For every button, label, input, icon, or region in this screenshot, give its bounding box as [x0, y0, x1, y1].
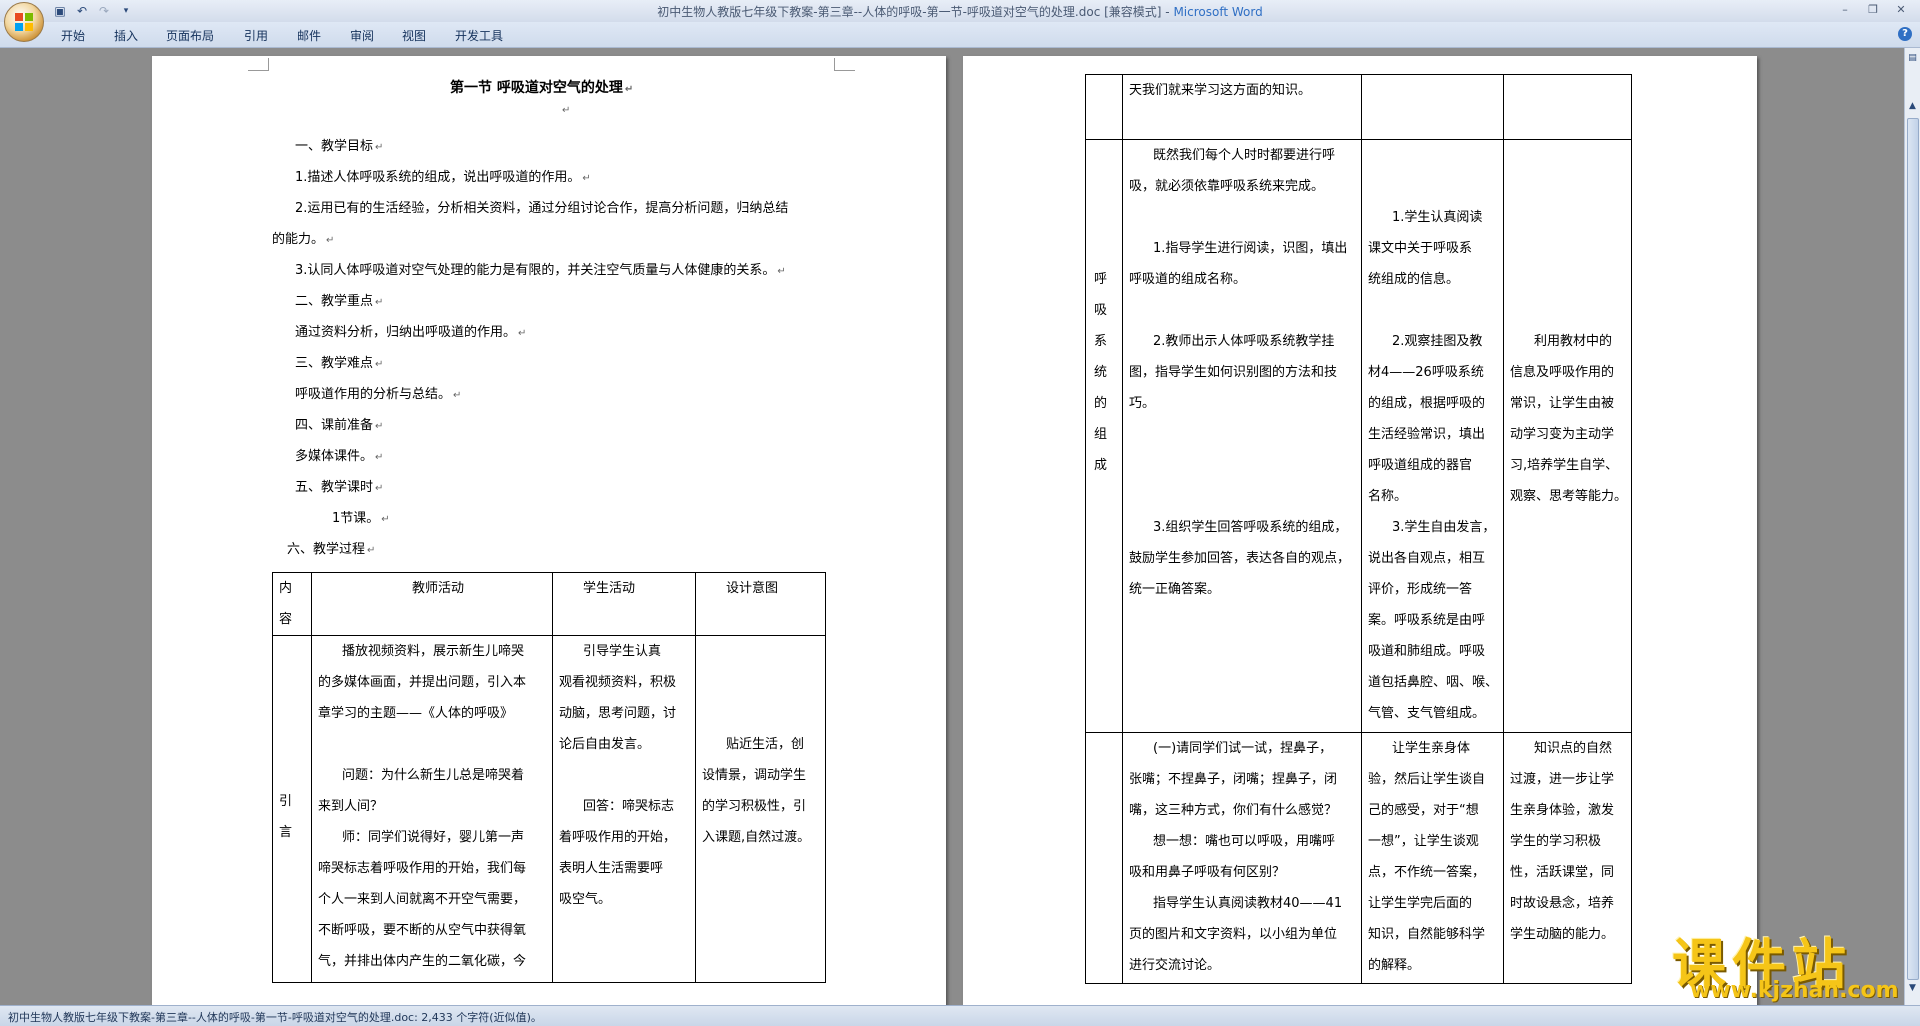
table-cell-intent[interactable]: 利用教材中的 信息及呼吸作用的 常识，让学生由被 动学习变为主动学 习,培养学生… [1503, 139, 1632, 733]
table-cell-intent[interactable]: 贴近生活，创 设情景，调动学生 的学习积极性，引 入课题,自然过渡。 [695, 635, 826, 983]
close-icon[interactable]: ✕ [1888, 2, 1914, 18]
document-page-1[interactable]: 第一节 呼吸道对空气的处理 ↵ ↵ 一、教学目标 ↵ 1.描述人体呼吸系统的组成，说… [152, 56, 946, 1005]
doc-line: 呼吸道作用的分析与总结。 ↵ [295, 387, 462, 402]
office-button[interactable] [4, 2, 44, 42]
window-title: 初中生物人教版七年级下教案-第三章--人体的呼吸-第一节-呼吸道对空气的处理.d… [0, 3, 1920, 20]
table-header-teacher[interactable]: 教师活动 [311, 572, 553, 636]
table-cell-label[interactable] [1085, 74, 1123, 140]
restore-icon[interactable]: ❐ [1860, 2, 1886, 18]
title-bar: ▣ ↶ ↷ ▾ 初中生物人教版七年级下教案-第三章--人体的呼吸-第一节-呼吸道… [0, 0, 1920, 23]
doc-line: 2.运用已有的生活经验，分析相关资料，通过分组讨论合作，提高分析问题，归纳总结 [295, 201, 789, 216]
office-button-icon [15, 13, 33, 31]
doc-line: 一、教学目标 ↵ [295, 139, 384, 154]
doc-title: 第一节 呼吸道对空气的处理 ↵ [450, 80, 634, 96]
window-title-app: Microsoft Word [1173, 5, 1263, 19]
doc-line: 六、教学过程 ↵ [287, 542, 376, 557]
tab-review[interactable]: 审阅 [350, 27, 374, 44]
doc-line: 1.描述人体呼吸系统的组成，说出呼吸道的作用。 ↵ [295, 170, 591, 185]
table-cell-label[interactable] [1085, 732, 1123, 984]
tab-page-layout[interactable]: 页面布局 [166, 27, 214, 44]
table-cell-teacher[interactable]: 播放视频资料，展示新生儿啼哭 的多媒体画面，并提出问题，引入本 章学习的主题——… [311, 635, 553, 983]
tab-insert[interactable]: 插入 [114, 27, 138, 44]
table-cell-teacher[interactable]: 天我们就来学习这方面的知识。 [1122, 74, 1362, 140]
doc-line: 3.认同人体呼吸道对空气处理的能力是有限的，并关注空气质量与人体健康的关系。 ↵ [295, 263, 786, 278]
tab-mailings[interactable]: 邮件 [297, 27, 321, 44]
window-title-doc: 初中生物人教版七年级下教案-第三章--人体的呼吸-第一节-呼吸道对空气的处理.d… [657, 5, 1174, 19]
ribbon-tabs: 开始 插入 页面布局 引用 邮件 审阅 视图 开发工具 ? [0, 22, 1920, 48]
tab-references[interactable]: 引用 [244, 27, 268, 44]
doc-line: 四、课前准备 ↵ [295, 418, 384, 433]
doc-line: 五、教学课时 ↵ [295, 480, 384, 495]
ruler-toggle-icon[interactable]: ▤ [1906, 52, 1919, 65]
scroll-up-icon[interactable]: ▲ [1906, 100, 1919, 113]
empty-paragraph: ↵ [562, 105, 571, 116]
table-header-content[interactable]: 内 容 [272, 572, 312, 636]
tab-home[interactable]: 开始 [61, 27, 85, 44]
table-cell-label[interactable]: 呼 吸 系 统 的 组 成 [1085, 139, 1123, 733]
table-cell-student[interactable]: 1.学生认真阅读 课文中关于呼吸系 统组成的信息。 2.观察挂图及教 材4——2… [1361, 139, 1504, 733]
status-bar: 初中生物人教版七年级下教案-第三章--人体的呼吸-第一节-呼吸道对空气的处理.d… [0, 1005, 1920, 1026]
tab-view[interactable]: 视图 [402, 27, 426, 44]
tab-developer[interactable]: 开发工具 [455, 27, 503, 44]
table-cell-intent[interactable] [1503, 74, 1632, 140]
document-area[interactable]: 第一节 呼吸道对空气的处理 ↵ ↵ 一、教学目标 ↵ 1.描述人体呼吸系统的组成，说… [0, 48, 1904, 1005]
doc-line: 多媒体课件。 ↵ [295, 449, 384, 464]
table-cell-student[interactable] [1361, 74, 1504, 140]
doc-line: 的能力。 ↵ [272, 232, 335, 247]
crop-mark [834, 58, 855, 71]
table-header-student[interactable]: 学生活动 [552, 572, 696, 636]
doc-line: 二、教学重点 ↵ [295, 294, 384, 309]
doc-line: 三、教学难点 ↵ [295, 356, 384, 371]
table-cell-student[interactable]: 引导学生认真 观看视频资料，积极 动脑，思考问题，讨 论后自由发言。 回答：啼哭… [552, 635, 696, 983]
scroll-down-icon[interactable]: ▼ [1906, 982, 1919, 995]
minimize-icon[interactable]: – [1832, 2, 1858, 18]
document-page-2[interactable]: 天我们就来学习这方面的知识。 呼 吸 系 统 的 组 成 既然我们每个人时时都要… [963, 56, 1757, 1005]
table-cell-label[interactable]: 引 言 [272, 635, 312, 983]
doc-line: 1节课。 ↵ [332, 511, 390, 526]
watermark-url: www.kjzhan.com [1690, 978, 1899, 1003]
table-cell-teacher[interactable]: 既然我们每个人时时都要进行呼 吸，就必须依靠呼吸系统来完成。 1.指导学生进行阅… [1122, 139, 1362, 733]
status-text: 初中生物人教版七年级下教案-第三章--人体的呼吸-第一节-呼吸道对空气的处理.d… [8, 1011, 542, 1024]
table-header-intent[interactable]: 设计意图 [695, 572, 826, 636]
help-icon[interactable]: ? [1898, 27, 1912, 41]
scrollbar-thumb[interactable] [1907, 118, 1919, 980]
table-cell-teacher[interactable]: (一)请同学们试一试，捏鼻子， 张嘴；不捏鼻子，闭嘴；捏鼻子，闭 嘴，这三种方式… [1122, 732, 1362, 984]
table-cell-student[interactable]: 让学生亲身体 验，然后让学生谈自 己的感受，对于“想 一想”，让学生谈观 点，不… [1361, 732, 1504, 984]
doc-line: 通过资料分析，归纳出呼吸道的作用。 ↵ [295, 325, 527, 340]
table-cell-intent[interactable]: 知识点的自然 过渡，进一步让学 生亲身体验，激发 学生的学习积极 性，活跃课堂，… [1503, 732, 1632, 984]
crop-mark [248, 58, 269, 71]
